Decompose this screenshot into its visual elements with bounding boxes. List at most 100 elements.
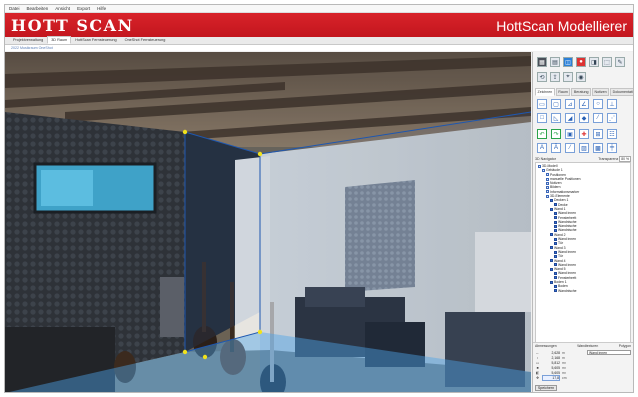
tab-hottscan-fernsteuerung[interactable]: HottScan Fernsteuerung bbox=[71, 36, 120, 44]
view-grid-button[interactable]: ▤ bbox=[550, 57, 560, 67]
visibility-checkbox[interactable] bbox=[554, 241, 557, 245]
circle-tool-icon[interactable]: ○ bbox=[593, 99, 603, 109]
visibility-checkbox[interactable] bbox=[554, 284, 557, 288]
fill-tool-icon[interactable]: ◢ bbox=[565, 113, 575, 123]
measure-button[interactable]: ⌖ bbox=[563, 72, 573, 82]
save-button[interactable]: Speichern bbox=[535, 385, 557, 391]
rect-tool-icon[interactable]: □ bbox=[537, 113, 547, 123]
visibility-checkbox[interactable] bbox=[550, 207, 553, 211]
visibility-checkbox[interactable] bbox=[550, 280, 553, 284]
wall-textures-label: Wandtexturen bbox=[577, 344, 599, 348]
dimension-value[interactable]: 5,605 bbox=[542, 366, 561, 370]
rotate-button[interactable]: ⟲ bbox=[537, 72, 547, 82]
wall-tool-icon[interactable]: ▭ bbox=[537, 99, 547, 109]
panel-tab-dokumentation[interactable]: Dokumentation bbox=[610, 88, 633, 96]
app-banner: HOTT SCAN HottScan Modellierer bbox=[5, 13, 633, 37]
menu-ansicht[interactable]: Ansicht bbox=[55, 6, 70, 11]
visibility-checkbox[interactable] bbox=[546, 177, 549, 181]
room-scene[interactable] bbox=[5, 52, 531, 393]
menu-datei[interactable]: Datei bbox=[9, 6, 20, 11]
panel-tab-zeichnen[interactable]: Zeichnen bbox=[535, 88, 555, 96]
tab-projektverwaltung[interactable]: Projektverwaltung bbox=[9, 36, 47, 44]
menu-export[interactable]: Export bbox=[77, 6, 90, 11]
view-3d-button[interactable]: ◫ bbox=[563, 57, 573, 67]
visibility-checkbox[interactable] bbox=[550, 259, 553, 263]
room-tool-icon[interactable]: ▢ bbox=[551, 99, 561, 109]
undo-icon[interactable]: ↶ bbox=[537, 129, 547, 139]
panel-tab-notizen[interactable]: Notizen bbox=[591, 88, 610, 96]
visibility-checkbox[interactable] bbox=[554, 276, 557, 280]
brush-icon[interactable]: ⁄ bbox=[565, 143, 575, 153]
visibility-checkbox[interactable] bbox=[554, 250, 557, 254]
text-tool-icon[interactable]: A bbox=[537, 143, 547, 153]
visibility-checkbox[interactable] bbox=[546, 194, 549, 198]
dimension-icon: ▭ bbox=[535, 360, 540, 365]
stamp-tool-icon[interactable]: ⊥ bbox=[607, 99, 617, 109]
dimension-unit: m² bbox=[562, 360, 566, 365]
navigator-label: 3D Navigator bbox=[535, 157, 556, 161]
cross-icon[interactable]: ✚ bbox=[579, 129, 589, 139]
visibility-checkbox[interactable] bbox=[554, 272, 557, 276]
view-top-button[interactable]: ▦ bbox=[537, 57, 547, 67]
stairs-tool-icon[interactable]: ⊿ bbox=[565, 99, 575, 109]
poly-tool-icon[interactable]: ◺ bbox=[551, 113, 561, 123]
dimension-unit: m bbox=[562, 355, 565, 360]
visibility-checkbox[interactable] bbox=[546, 190, 549, 194]
visibility-checkbox[interactable] bbox=[538, 164, 541, 168]
record-button[interactable]: ● bbox=[576, 57, 586, 67]
pen-tool-button[interactable]: ✎ bbox=[615, 57, 625, 67]
dimension-value[interactable]: 2,628 bbox=[542, 351, 561, 355]
visibility-checkbox[interactable] bbox=[550, 246, 553, 250]
image-icon[interactable]: ▨ bbox=[579, 143, 589, 153]
visibility-checkbox[interactable] bbox=[546, 181, 549, 185]
visibility-checkbox[interactable] bbox=[550, 233, 553, 237]
table-icon[interactable]: ☷ bbox=[607, 129, 617, 139]
view-wire-button[interactable]: ⬚ bbox=[602, 57, 612, 67]
tab-oneshot-fernsteuerung[interactable]: OneShot Fernsteuerung bbox=[121, 36, 170, 44]
visibility-checkbox[interactable] bbox=[554, 254, 557, 258]
camera-button[interactable]: ◉ bbox=[576, 72, 586, 82]
main-tabs: Projektverwaltung 3D Raum HottScan Ferns… bbox=[5, 36, 633, 45]
visibility-checkbox[interactable] bbox=[554, 263, 557, 267]
visibility-checkbox[interactable] bbox=[554, 229, 557, 233]
layers-icon[interactable]: ▣ bbox=[565, 129, 575, 139]
3d-viewport[interactable] bbox=[5, 52, 531, 393]
dimension-value[interactable]: 17,8 bbox=[542, 374, 560, 381]
split-icon[interactable]: ╪ bbox=[607, 143, 617, 153]
dimension-value[interactable]: 5,812 bbox=[542, 361, 561, 365]
visibility-checkbox[interactable] bbox=[550, 267, 553, 271]
tree-item[interactable]: Wandnische bbox=[536, 289, 630, 293]
texture-icon[interactable]: ▩ bbox=[593, 143, 603, 153]
panel-tab-beratung[interactable]: Beratung bbox=[571, 88, 591, 96]
export-button[interactable]: ⇪ bbox=[550, 72, 560, 82]
visibility-checkbox[interactable] bbox=[554, 237, 557, 241]
panel-tab-raum[interactable]: Raum bbox=[555, 88, 571, 96]
menu-bearbeiten[interactable]: Bearbeiten bbox=[27, 6, 49, 11]
text-box-icon[interactable]: Ā bbox=[551, 143, 561, 153]
tree-item-label: Wandnische bbox=[558, 288, 577, 293]
cube-tool-icon[interactable]: ◆ bbox=[579, 113, 589, 123]
tab-3d-raum[interactable]: 3D Raum bbox=[47, 36, 72, 44]
texture-select[interactable]: Wand innen bbox=[587, 350, 631, 355]
visibility-checkbox[interactable] bbox=[542, 168, 545, 172]
grid-icon[interactable]: ⊞ bbox=[593, 129, 603, 139]
app-window: Datei Bearbeiten Ansicht Export Hilfe HO… bbox=[4, 4, 634, 393]
visibility-checkbox[interactable] bbox=[554, 211, 557, 215]
visibility-checkbox[interactable] bbox=[546, 173, 549, 177]
dash-tool-icon[interactable]: ⋰ bbox=[607, 113, 617, 123]
visibility-checkbox[interactable] bbox=[554, 224, 557, 228]
redo-icon[interactable]: ↷ bbox=[551, 129, 561, 139]
visibility-checkbox[interactable] bbox=[554, 220, 557, 224]
visibility-checkbox[interactable] bbox=[550, 199, 553, 203]
angle-tool-icon[interactable]: ∠ bbox=[579, 99, 589, 109]
visibility-checkbox[interactable] bbox=[554, 203, 557, 207]
visibility-checkbox[interactable] bbox=[554, 289, 557, 293]
menu-hilfe[interactable]: Hilfe bbox=[97, 6, 106, 11]
visibility-checkbox[interactable] bbox=[554, 216, 557, 220]
view-split-button[interactable]: ◨ bbox=[589, 57, 599, 67]
visibility-checkbox[interactable] bbox=[546, 186, 549, 190]
dimension-unit: m² bbox=[562, 365, 566, 370]
line-tool-icon[interactable]: ⁄ bbox=[593, 113, 603, 123]
keyboard bbox=[160, 277, 184, 337]
dimension-value[interactable]: 2,168 bbox=[542, 356, 561, 360]
